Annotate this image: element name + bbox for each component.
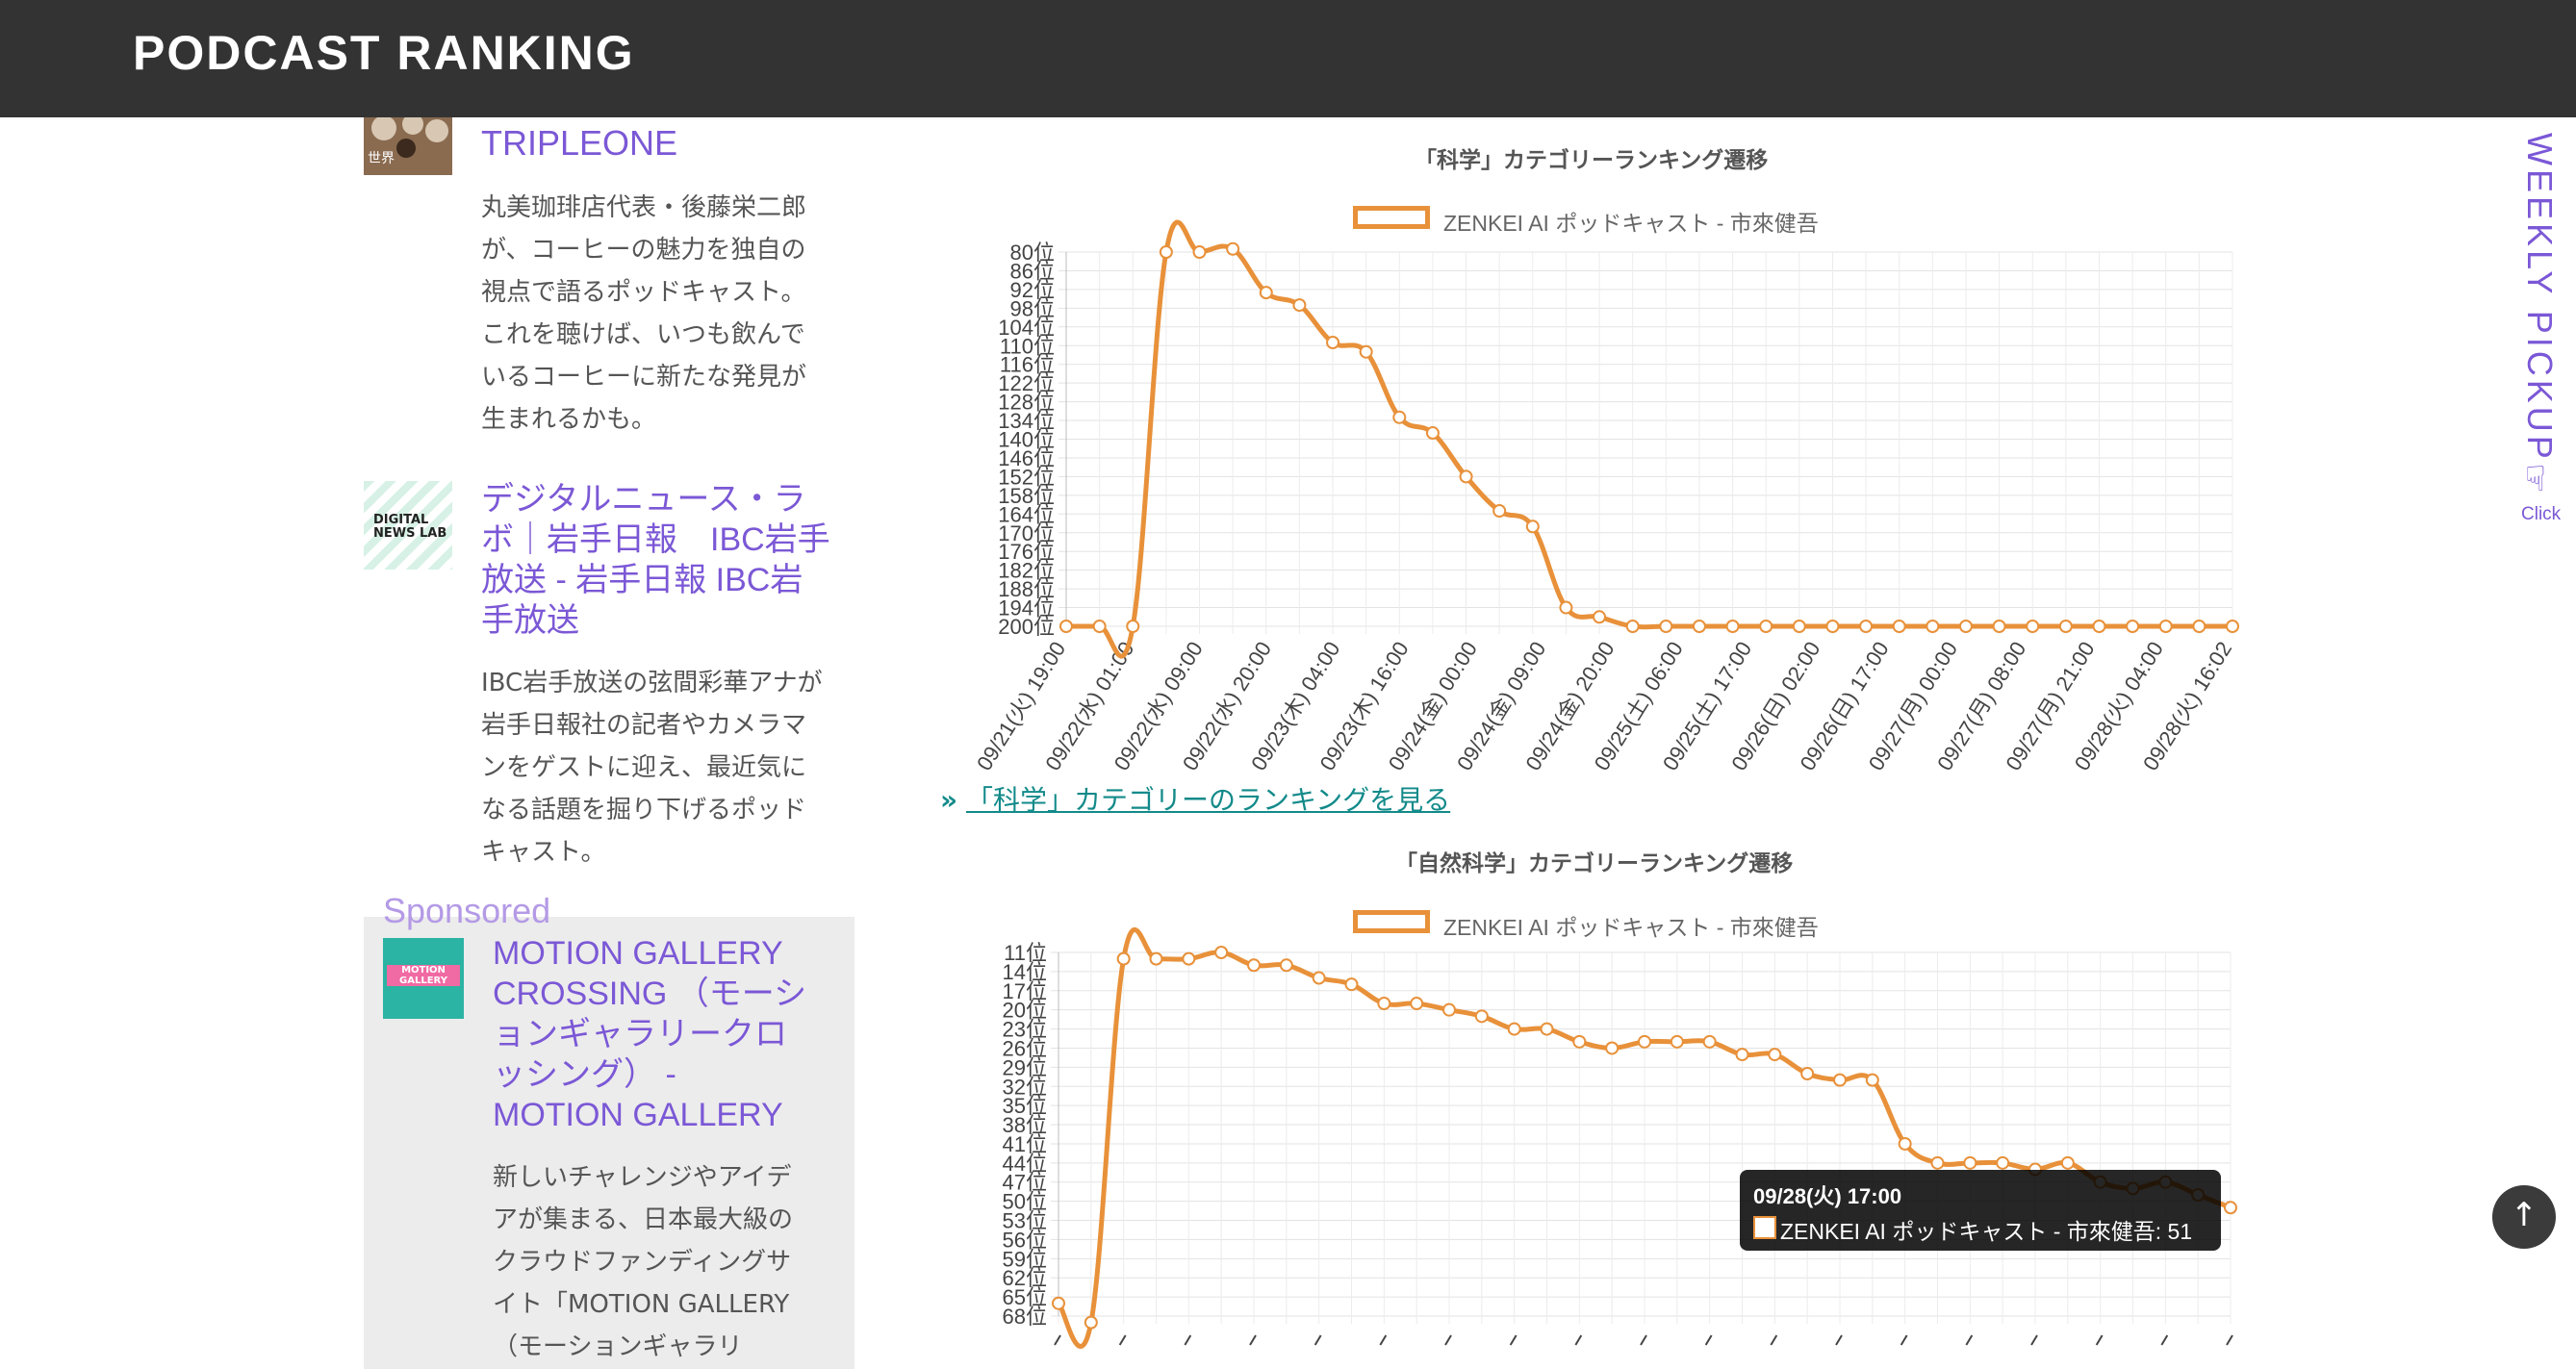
y-tick-label: 68位 (1003, 1305, 1047, 1329)
data-point (1377, 997, 1391, 1011)
x-tick-label-fragment (1574, 1334, 1583, 1346)
data-point (1670, 1034, 1684, 1049)
data-point (1540, 1022, 1554, 1036)
tooltip-body: ZENKEI AI ポッドキャスト - 市來健吾: 51 (1780, 1219, 2193, 1244)
weekly-pickup-click-label[interactable]: Click (2521, 504, 2561, 525)
x-tick-label-fragment (1965, 1334, 1974, 1346)
x-tick-label-fragment (2226, 1334, 2233, 1346)
x-tick-label-fragment (1640, 1334, 1647, 1346)
scroll-to-top-button[interactable]: ↑ (2492, 1185, 2556, 1249)
data-point (1800, 1067, 1815, 1080)
data-point (1638, 1034, 1651, 1049)
x-tick-label-fragment (1314, 1334, 1322, 1346)
x-tick-label-fragment (1054, 1334, 1061, 1346)
data-point (1442, 1002, 1456, 1017)
pointing-hand-icon[interactable]: ☟ (2525, 460, 2546, 499)
x-tick-label-fragment (1704, 1334, 1713, 1346)
x-tick-label-fragment (1509, 1334, 1518, 1346)
data-point (1052, 1296, 1065, 1310)
data-point (1247, 958, 1261, 973)
data-point (1474, 1009, 1489, 1024)
x-tick-label-fragment (2160, 1334, 2169, 1346)
data-point (2224, 1201, 2237, 1215)
data-point (1084, 1315, 1098, 1330)
x-tick-label-fragment (1249, 1334, 1257, 1346)
data-point (1768, 1048, 1782, 1062)
data-point (1507, 1022, 1521, 1036)
data-point (1865, 1073, 1879, 1087)
site-brand[interactable]: PODCAST RANKING (133, 25, 635, 81)
top-navbar: PODCAST RANKING (0, 0, 2576, 117)
chart-tooltip: 09/28(火) 17:00 ZENKEI AI ポッドキャスト - 市來健吾:… (1740, 1170, 2221, 1251)
arrow-up-icon: ↑ (2510, 1196, 2538, 1234)
data-point (1149, 951, 1163, 966)
data-point (1605, 1041, 1620, 1055)
data-point (1735, 1048, 1749, 1062)
data-point (1898, 1136, 1912, 1151)
x-tick-label-fragment (2030, 1334, 2038, 1346)
tooltip-title: 09/28(火) 17:00 (1753, 1184, 1902, 1208)
tooltip-color-swatch (1753, 1216, 1776, 1239)
ranking-chart-natural-science: 11位14位17位20位23位26位29位32位35位38位41位44位47位5… (1003, 927, 2237, 1349)
data-point (1312, 971, 1326, 985)
data-point (2060, 1155, 2075, 1170)
x-tick-label-fragment (1835, 1334, 1843, 1346)
x-tick-label-fragment (1444, 1334, 1452, 1346)
data-point (1116, 951, 1131, 966)
x-tick-label-fragment (2095, 1334, 2104, 1346)
data-point (1930, 1155, 1945, 1170)
data-point (1279, 958, 1293, 973)
weekly-pickup-tab[interactable]: WEEKLY PICKUP (2519, 133, 2560, 463)
data-point (1572, 1034, 1587, 1049)
data-point (1182, 951, 1196, 966)
x-tick-label-fragment (1770, 1334, 1778, 1346)
data-point (1410, 997, 1424, 1011)
data-point (1344, 977, 1359, 992)
data-point (1214, 946, 1229, 959)
data-point (1833, 1073, 1847, 1087)
x-tick-label-fragment (1184, 1334, 1192, 1346)
x-tick-label-fragment (1900, 1334, 1908, 1346)
x-tick-label-fragment (1379, 1334, 1388, 1346)
x-tick-label-fragment (1118, 1334, 1127, 1346)
data-point (1963, 1155, 1977, 1170)
data-point (1702, 1034, 1717, 1049)
data-point (1996, 1155, 2010, 1170)
